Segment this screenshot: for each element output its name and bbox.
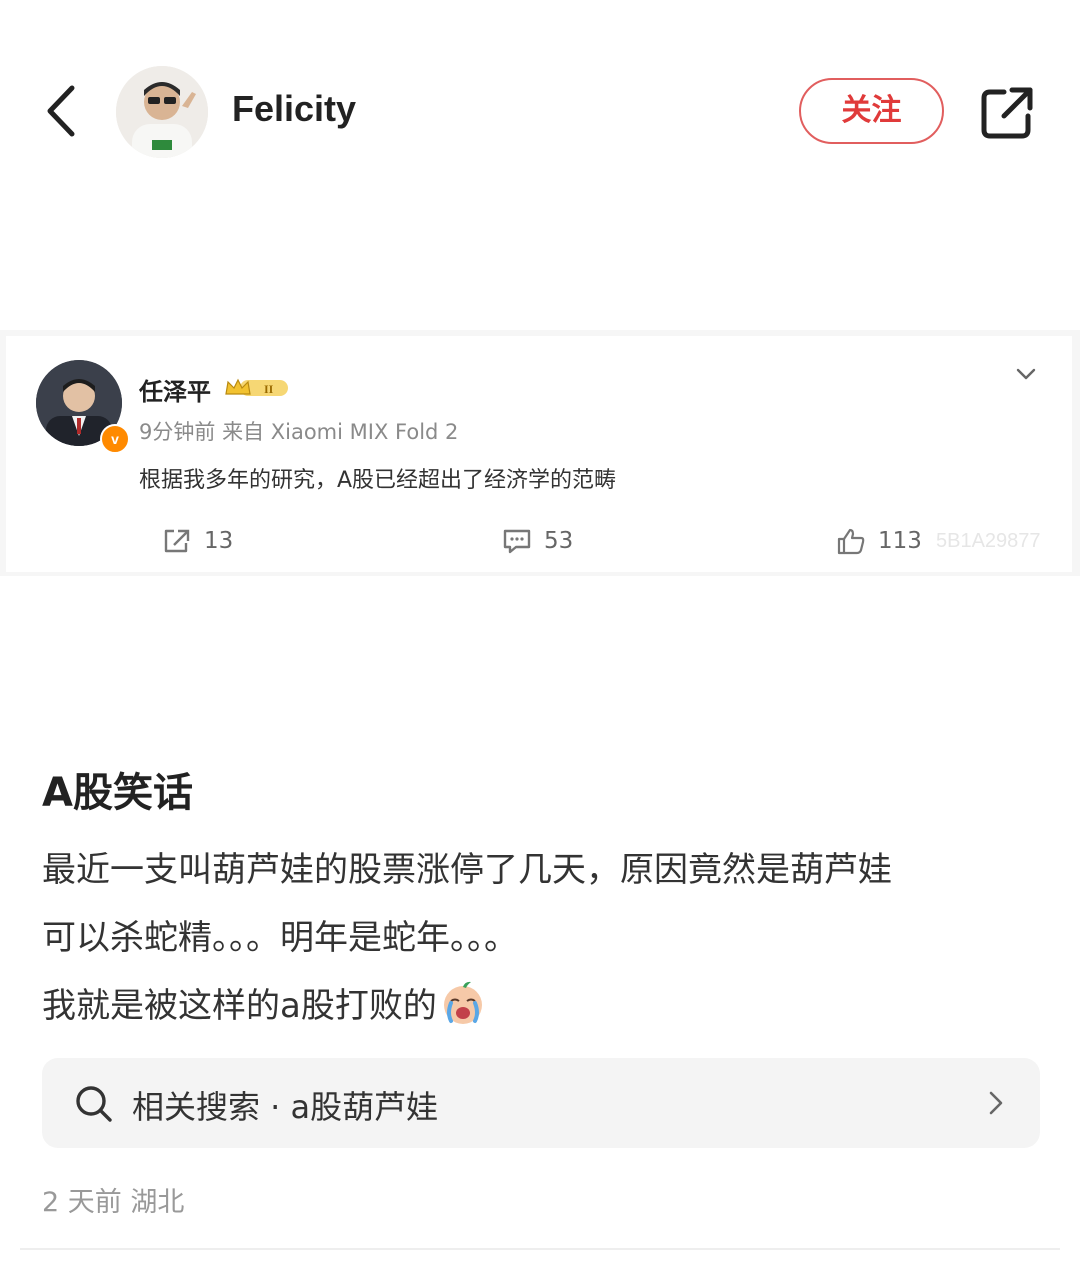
search-icon <box>76 1086 112 1122</box>
comment-count: 53 <box>544 528 574 554</box>
back-button[interactable] <box>40 78 90 144</box>
related-search-label: 相关搜索 · a股葫芦娃 <box>132 1088 439 1126</box>
quoted-post-text: 根据我多年的研究，A股已经超出了经济学的范畴 <box>139 468 617 493</box>
watermark-text: 5B1A29877 <box>936 530 1041 552</box>
quoted-post-body: v 任泽平 II 9分钟前 来自 Xiaomi MIX Fold 2 根据我多年… <box>6 336 1072 572</box>
chevron-left-icon <box>47 85 75 137</box>
verified-badge: v <box>100 424 130 454</box>
post-detail-page: Felicity 关注 v 任泽平 II 9分钟前 来自 Xiaomi MIX … <box>0 0 1080 1273</box>
share-button[interactable] <box>978 84 1036 142</box>
quoted-post-meta: 9分钟前 来自 Xiaomi MIX Fold 2 <box>139 416 458 446</box>
quoted-post-source: 来自 Xiaomi MIX Fold 2 <box>222 420 459 444</box>
post-line-with-emoji: 我就是被这样的a股打败的 <box>42 972 1042 1040</box>
post-line: 最近一支叫葫芦娃的股票涨停了几天，原因竟然是葫芦娃 <box>42 850 892 890</box>
post-title: A股笑话 <box>42 770 193 816</box>
author-name[interactable]: Felicity <box>232 88 356 130</box>
chevron-down-icon <box>1016 368 1036 380</box>
avatar-photo <box>116 66 208 158</box>
author-avatar[interactable] <box>116 66 208 158</box>
comment-icon <box>503 529 531 554</box>
crying-face-icon <box>443 981 482 1024</box>
quoted-post-time: 9分钟前 <box>139 420 216 444</box>
like-button[interactable]: 113 <box>836 524 922 558</box>
like-count: 113 <box>878 528 922 554</box>
repost-icon <box>164 529 190 553</box>
quoted-author-name[interactable]: 任泽平 <box>139 372 211 407</box>
crown-icon: II <box>225 378 288 396</box>
chevron-right-icon <box>989 1091 1003 1115</box>
more-options-button[interactable] <box>1014 364 1038 384</box>
related-search-bar[interactable]: 相关搜索 · a股葫芦娃 <box>42 1058 1040 1148</box>
share-icon <box>981 87 1033 139</box>
follow-button[interactable]: 关注 <box>799 78 944 144</box>
divider <box>20 1248 1060 1250</box>
rank-badge: II <box>224 376 290 400</box>
svg-text:II: II <box>264 382 274 396</box>
repost-count: 13 <box>204 528 234 554</box>
post-line: 可以杀蛇精。。。明年是蛇年。。。 <box>42 918 518 958</box>
quoted-post-card: v 任泽平 II 9分钟前 来自 Xiaomi MIX Fold 2 根据我多年… <box>0 330 1080 576</box>
thumbs-up-icon <box>837 528 865 555</box>
post-body: 最近一支叫葫芦娃的股票涨停了几天，原因竟然是葫芦娃 可以杀蛇精。。。明年是蛇年。… <box>42 836 1042 1040</box>
post-line: 我就是被这样的a股打败的 <box>42 986 437 1026</box>
comment-button[interactable]: 53 <box>502 524 573 558</box>
repost-button[interactable]: 13 <box>162 524 233 558</box>
post-time-location: 2 天前 湖北 <box>42 1187 185 1218</box>
